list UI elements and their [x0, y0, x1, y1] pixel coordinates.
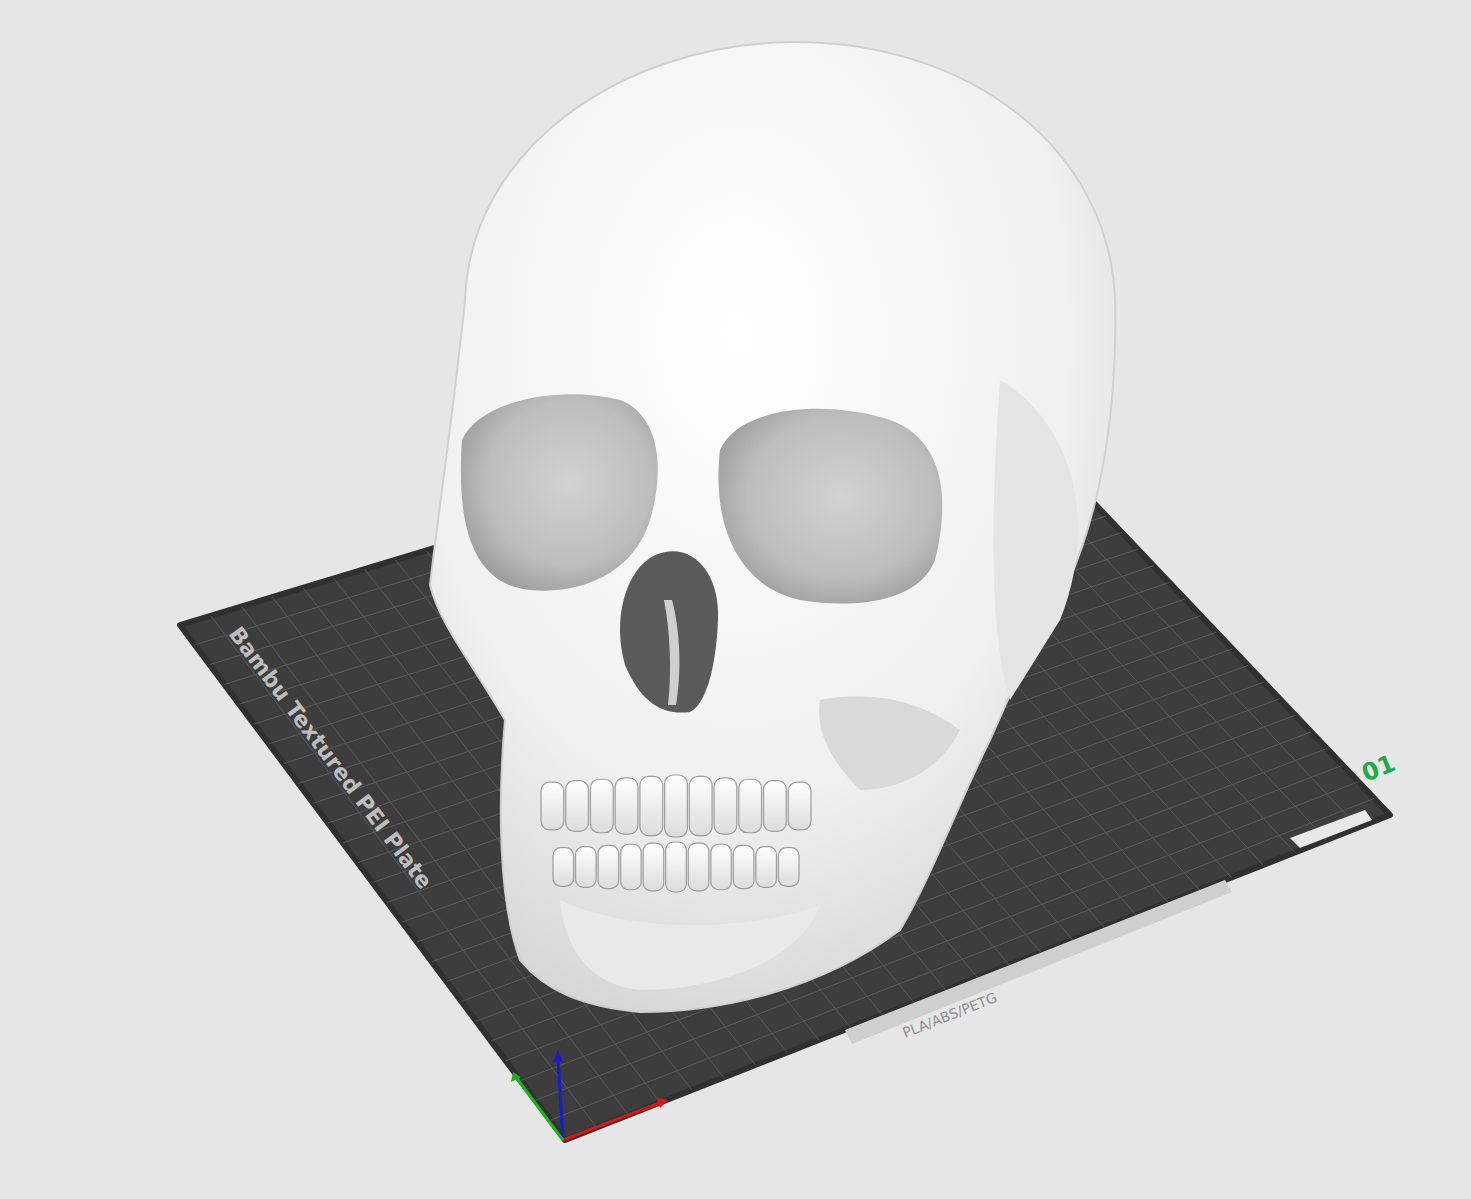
plate-number: 01 [1358, 749, 1399, 787]
jaw-shade [560, 900, 820, 990]
material-text: PLA/ABS/PETG [900, 989, 999, 1041]
temporal-shade [993, 380, 1077, 700]
right-eye-socket [718, 409, 942, 604]
plate-label: Bambu Textured PEI Plate [224, 622, 437, 893]
skull-model[interactable] [430, 42, 1115, 1012]
corner-tab [1290, 810, 1372, 848]
nasal-cavity [620, 551, 718, 712]
3d-viewport[interactable]: Bambu Textured PEI Plate PLA/ABS/PETG 01 [0, 0, 1471, 1199]
skull-silhouette [430, 42, 1115, 1012]
axis-gizmo-icon [511, 1050, 668, 1140]
upper-teeth [541, 775, 811, 837]
cheek-gap [819, 696, 960, 790]
left-eye-socket [461, 394, 658, 590]
nasal-septum [664, 600, 679, 705]
scene[interactable]: Bambu Textured PEI Plate PLA/ABS/PETG 01 [0, 0, 1471, 1199]
lower-teeth [553, 842, 799, 892]
